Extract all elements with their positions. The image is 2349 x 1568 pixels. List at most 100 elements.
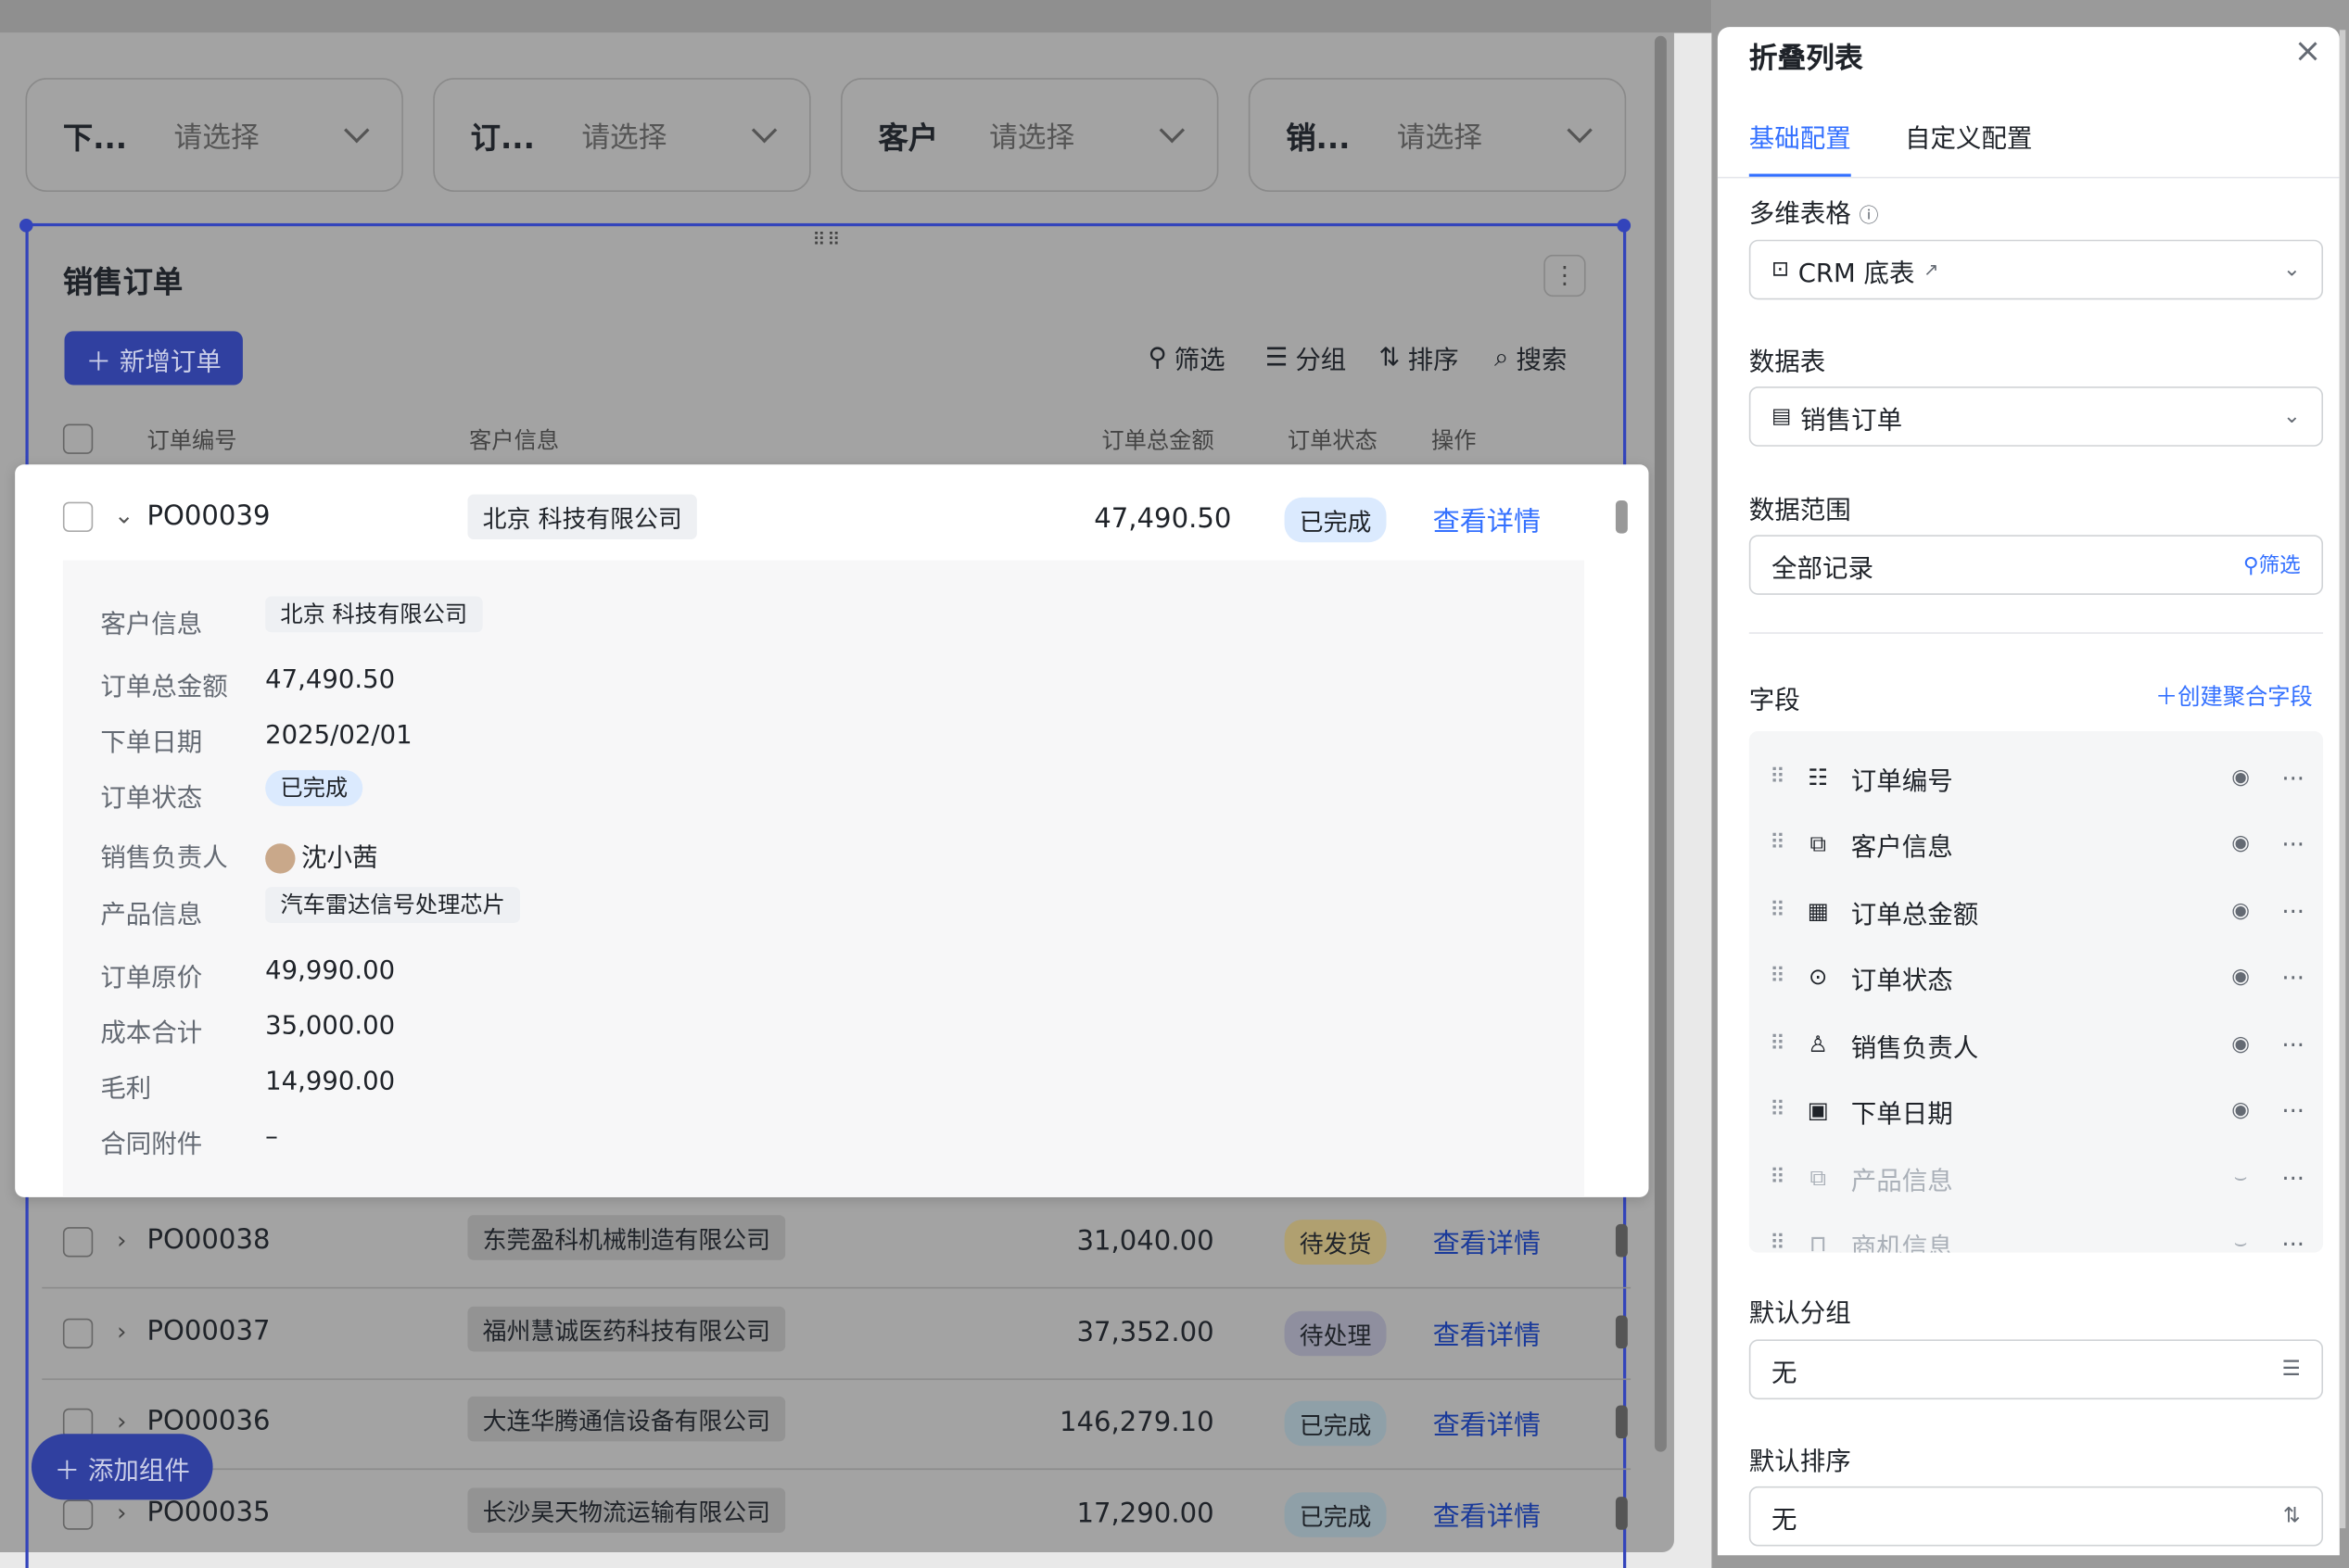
more-icon[interactable]: ··· xyxy=(2263,1230,2323,1253)
row-checkbox[interactable] xyxy=(62,501,94,532)
filter-label: 订... xyxy=(470,119,535,156)
view-detail-link[interactable]: 查看详情 xyxy=(1433,1314,1541,1353)
drag-handle-icon[interactable]: ⠿ xyxy=(1755,965,1800,989)
row-checkbox[interactable] xyxy=(62,1318,94,1349)
column-header-status[interactable]: 订单状态 xyxy=(1288,424,1378,456)
chevron-right-icon[interactable]: › xyxy=(117,1226,126,1255)
scrollbar[interactable] xyxy=(2339,30,2346,1529)
field-item[interactable]: ⠿ ⊙ 订单状态 ◉ ··· xyxy=(1749,944,2323,1010)
filter-order-date[interactable]: 下... 请选择 xyxy=(25,78,403,192)
drag-handle-icon[interactable]: ⠿ xyxy=(1755,1098,1800,1122)
range-filter-button[interactable]: ⚲筛选 xyxy=(2243,550,2301,579)
external-link-icon[interactable]: ↗ xyxy=(1924,259,1938,281)
filter-order[interactable]: 订... 请选择 xyxy=(433,78,811,192)
column-header-action[interactable]: 操作 xyxy=(1431,424,1477,456)
status-badge: 待发货 xyxy=(1284,1220,1387,1265)
range-value: 全部记录 xyxy=(1771,553,1873,584)
select-all-checkbox[interactable] xyxy=(62,424,94,454)
field-item[interactable]: ⠿ ♙ 销售负责人 ◉ ··· xyxy=(1749,1011,2323,1077)
eye-icon[interactable]: ◉ xyxy=(2218,899,2264,923)
column-header-customer[interactable]: 客户信息 xyxy=(469,424,559,456)
row-checkbox[interactable] xyxy=(62,1227,94,1258)
create-aggregate-field-link[interactable]: ＋创建聚合字段 xyxy=(2155,680,2313,712)
resize-handle[interactable] xyxy=(19,219,33,233)
column-header-amount[interactable]: 订单总金额 xyxy=(1101,424,1213,456)
eye-icon[interactable]: ◉ xyxy=(2218,1032,2264,1056)
field-item[interactable]: ⠿ ⧉ 产品信息 ⌣ ··· xyxy=(1749,1144,2323,1210)
view-detail-link[interactable]: 查看详情 xyxy=(1433,1496,1541,1535)
table-row[interactable]: › PO00035 长沙昊天物流运输有限公司 17,290.00 已完成 查看详… xyxy=(42,1470,1631,1562)
number-list-icon: ☷ xyxy=(1808,764,1829,791)
filter-sales[interactable]: 销... 请选择 xyxy=(1248,78,1627,192)
scrollbar[interactable] xyxy=(1654,35,1667,1452)
field-item[interactable]: ⠿ ⊓ 商机信息 ⌣ ··· xyxy=(1749,1210,2323,1253)
more-icon[interactable]: ··· xyxy=(2263,1096,2323,1125)
drag-handle-icon[interactable]: ⠿ xyxy=(1755,1166,1800,1190)
row-checkbox[interactable] xyxy=(62,1499,94,1530)
range-select[interactable]: 全部记录 ⚲筛选 xyxy=(1748,535,2324,595)
customer-tag: 长沙昊天物流运输有限公司 xyxy=(467,1487,786,1533)
filter-tool-button[interactable]: ⚲ 筛选 xyxy=(1148,338,1225,375)
detail-label: 订单总金额 xyxy=(100,672,228,703)
table-row[interactable]: › PO00038 东莞盈科机械制造有限公司 31,040.00 待发货 查看详… xyxy=(42,1197,1632,1289)
field-name: 订单状态 xyxy=(1850,966,1953,996)
eye-off-icon[interactable]: ⌣ xyxy=(2218,1166,2264,1190)
field-name: 订单总金额 xyxy=(1850,899,1979,930)
more-icon[interactable]: ··· xyxy=(2263,897,2323,926)
field-item[interactable]: ⠿ ☷ 订单编号 ◉ ··· xyxy=(1749,745,2323,811)
more-options-button[interactable]: ⋮ xyxy=(1543,254,1586,297)
more-icon[interactable]: ··· xyxy=(2263,1031,2323,1059)
field-item[interactable]: ⠿ ▦ 订单总金额 ◉ ··· xyxy=(1749,878,2323,943)
default-sort-select[interactable]: 无 ⇅ xyxy=(1748,1486,2324,1547)
search-tool-button[interactable]: ⌕ 搜索 xyxy=(1494,338,1567,375)
field-item[interactable]: ⠿ ▣ 下单日期 ◉ ··· xyxy=(1749,1077,2323,1143)
chevron-down-icon xyxy=(344,117,370,144)
default-group-select[interactable]: 无 ☰ xyxy=(1748,1339,2324,1400)
view-detail-link[interactable]: 查看详情 xyxy=(1433,1222,1541,1261)
sheet-select[interactable]: ▤ 销售订单 ⌄ xyxy=(1748,386,2324,447)
info-icon[interactable]: ⓘ xyxy=(1859,206,1878,228)
person-icon: ♙ xyxy=(1808,1031,1829,1058)
tab-basic[interactable]: 基础配置 xyxy=(1749,117,1851,154)
add-order-button[interactable]: ＋ 新增订单 xyxy=(64,331,243,386)
more-icon[interactable]: ··· xyxy=(2263,1163,2323,1192)
tab-custom[interactable]: 自定义配置 xyxy=(1905,117,2032,154)
view-detail-link[interactable]: 查看详情 xyxy=(1433,500,1541,539)
sort-tool-button[interactable]: ⇅ 排序 xyxy=(1378,338,1458,375)
drag-handle-icon[interactable]: ⠿ xyxy=(1755,1032,1800,1056)
eye-icon[interactable]: ◉ xyxy=(2218,1098,2264,1122)
drag-handle-icon[interactable]: ⠿ xyxy=(1755,899,1800,923)
field-name: 商机信息 xyxy=(1850,1232,1953,1253)
field-list: ⠿ ☷ 订单编号 ◉ ··· ⠿ ⧉ 客户信息 ◉ ··· ⠿ ▦ 订单总金额 ◉ ··· ⠿ ⊙ 订单状态… xyxy=(1748,730,2324,1253)
table-select[interactable]: ⊡ CRM 底表 ↗ ⌄ xyxy=(1748,239,2324,300)
resize-handle[interactable] xyxy=(1617,219,1632,233)
view-detail-link[interactable]: 查看详情 xyxy=(1433,1404,1541,1443)
drag-handle-icon[interactable]: ⠿ xyxy=(1755,1232,1800,1253)
column-header-id[interactable]: 订单编号 xyxy=(146,424,236,456)
drag-handle-icon[interactable]: ⠿⠿ xyxy=(812,229,842,250)
chevron-right-icon[interactable]: › xyxy=(117,1498,126,1527)
more-icon[interactable]: ··· xyxy=(2263,963,2323,992)
eye-off-icon[interactable]: ⌣ xyxy=(2218,1232,2264,1253)
add-component-button[interactable]: ＋ 添加组件 xyxy=(31,1434,213,1500)
chevron-down-icon[interactable]: ⌄ xyxy=(114,500,134,529)
close-icon[interactable]: × xyxy=(2294,33,2322,70)
eye-icon[interactable]: ◉ xyxy=(2218,831,2264,855)
drag-handle-icon[interactable]: ⠿ xyxy=(1755,831,1800,855)
eye-icon[interactable]: ◉ xyxy=(2218,965,2264,989)
chevron-right-icon[interactable]: › xyxy=(117,1317,126,1346)
range-label: 数据范围 xyxy=(1748,496,1851,526)
filter-placeholder: 请选择 xyxy=(173,120,260,154)
group-tool-button[interactable]: ☰ 分组 xyxy=(1265,338,1347,375)
table-row[interactable]: › PO00037 福州慧诚医药科技有限公司 37,352.00 待处理 查看详… xyxy=(42,1288,1632,1381)
table-row[interactable]: › PO00036 大连华腾通信设备有限公司 146,279.10 已完成 查看… xyxy=(42,1378,1632,1471)
chevron-right-icon[interactable]: › xyxy=(117,1407,126,1435)
detail-label: 成本合计 xyxy=(100,1018,203,1049)
more-icon[interactable]: ··· xyxy=(2263,829,2323,858)
eye-icon[interactable]: ◉ xyxy=(2218,765,2264,790)
filter-customer[interactable]: 客户 请选择 xyxy=(841,78,1219,192)
filter-label: 下... xyxy=(62,119,128,156)
field-item[interactable]: ⠿ ⧉ 客户信息 ◉ ··· xyxy=(1749,811,2323,877)
drag-handle-icon[interactable]: ⠿ xyxy=(1755,765,1800,790)
more-icon[interactable]: ··· xyxy=(2263,764,2323,792)
